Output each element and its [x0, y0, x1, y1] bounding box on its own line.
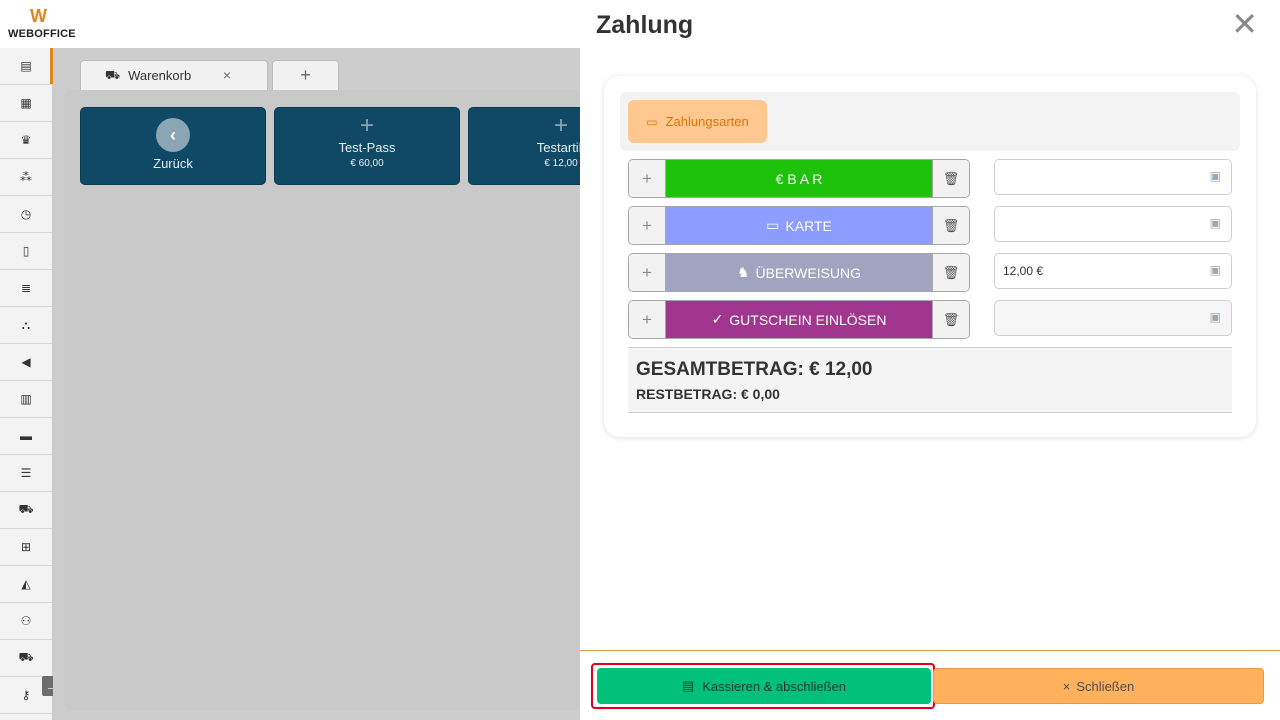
- trash-icon[interactable]: 🗑: [932, 301, 969, 338]
- close-icon[interactable]: ✕: [1231, 8, 1258, 40]
- back-tile-label: Zurück: [153, 156, 193, 171]
- sidebar: ▤ ▦ ♛ ⁂ ◷ ▯ ≣ ⛬ ◀ ▥ ▬ ☰ ⛟ ⊞ ◭ ⚇ ⛟ ⚷: [0, 48, 53, 720]
- checkout-button-label: Kassieren & abschließen: [702, 678, 847, 694]
- payment-method-label: € B A R: [775, 170, 823, 187]
- back-tile[interactable]: ‹ Zurück: [80, 107, 266, 185]
- checkout-button[interactable]: ▤ Kassieren & abschließen: [597, 668, 931, 704]
- payment-modal: Zahlung ✕ ▭ Zahlungsarten GESAMTBETRAG: …: [580, 0, 1280, 720]
- cash-icon[interactable]: ▣: [1210, 169, 1221, 183]
- area-chart-icon[interactable]: ◭: [0, 566, 52, 603]
- close-button-label: Schließen: [1076, 678, 1135, 694]
- cash-icon[interactable]: ▣: [1210, 310, 1221, 324]
- total-amount: GESAMTBETRAG: € 12,00: [636, 359, 873, 380]
- users-icon[interactable]: ⚇: [0, 603, 52, 640]
- add-payment-button[interactable]: +: [629, 207, 666, 244]
- cart-tab-icon: ⛟: [105, 67, 121, 82]
- payment-button-group: + € B A R 🗑: [628, 159, 970, 198]
- payment-button-group: + ♞ ÜBERWEISUNG 🗑: [628, 253, 970, 292]
- weboffice-logo[interactable]: W WEBOFFICE: [6, 6, 86, 44]
- payment-row: + ♞ ÜBERWEISUNG 🗑 12,00 € ▣: [628, 253, 1240, 292]
- cash-icon[interactable]: ▣: [1210, 216, 1221, 230]
- tab-zahlungsarten-label: Zahlungsarten: [665, 114, 749, 129]
- list-icon[interactable]: ≣: [0, 270, 52, 307]
- add-payment-button[interactable]: +: [629, 160, 666, 197]
- logo-mark: W: [30, 6, 47, 26]
- chevron-left-icon: ‹: [156, 118, 190, 152]
- add-tab-button[interactable]: +: [272, 60, 339, 90]
- payment-row: + € B A R 🗑 ▣: [628, 159, 1240, 198]
- payment-method-button[interactable]: ▭ KARTE: [666, 207, 932, 244]
- credit-card-icon: ▭: [766, 217, 780, 233]
- trash-icon[interactable]: 🗑: [932, 207, 969, 244]
- payment-row: + ▭ KARTE 🗑 ▣: [628, 206, 1240, 245]
- truck-icon[interactable]: ⛟: [0, 640, 52, 677]
- payment-method-label: KARTE: [785, 217, 832, 234]
- database-icon[interactable]: ☰: [0, 455, 52, 492]
- logo-text: WEBOFFICE: [8, 28, 76, 40]
- piggy-bank-icon: ♞: [736, 264, 750, 280]
- payment-method-label: GUTSCHEIN EINLÖSEN: [729, 311, 887, 328]
- cart-icon[interactable]: ⛟: [0, 492, 52, 529]
- network-icon[interactable]: ⁂: [0, 159, 52, 196]
- close-button[interactable]: × Schließen: [933, 668, 1264, 704]
- payment-amount-input[interactable]: ▣: [994, 300, 1232, 336]
- document-icon[interactable]: ▯: [0, 233, 52, 270]
- tab-close-icon[interactable]: ×: [223, 67, 231, 83]
- hierarchy-icon[interactable]: ⊞: [0, 529, 52, 566]
- register-icon[interactable]: ▤: [0, 48, 53, 85]
- crown-icon[interactable]: ♛: [0, 122, 52, 159]
- payment-methods-header: ▭ Zahlungsarten: [620, 92, 1240, 151]
- remaining-amount: RESTBETRAG: € 0,00: [636, 386, 780, 402]
- add-payment-button[interactable]: +: [629, 301, 666, 338]
- check-icon: ✓: [711, 311, 724, 327]
- payment-method-button[interactable]: ♞ ÜBERWEISUNG: [666, 254, 932, 291]
- tab-warenkorb[interactable]: ⛟ Warenkorb ×: [80, 60, 268, 90]
- clock-icon[interactable]: ◷: [0, 196, 52, 233]
- plus-icon: +: [359, 112, 374, 139]
- close-x-icon: ×: [1062, 678, 1071, 694]
- folder-icon[interactable]: ▬: [0, 418, 52, 455]
- money-bill-icon: ▭: [646, 114, 658, 129]
- payment-amount-input[interactable]: ▣: [994, 159, 1232, 195]
- trash-icon[interactable]: 🗑: [932, 254, 969, 291]
- chart-icon[interactable]: ▥: [0, 381, 52, 418]
- calendar-icon[interactable]: ▦: [0, 85, 52, 122]
- product-name: Test-Pass: [338, 140, 396, 155]
- payment-row: + ✓ GUTSCHEIN EINLÖSEN 🗑 ▣: [628, 300, 1240, 339]
- totals-box: GESAMTBETRAG: € 12,00 RESTBETRAG: € 0,00: [628, 347, 1232, 413]
- modal-footer: ▤ Kassieren & abschließen × Schließen: [580, 650, 1280, 720]
- payment-amount-value: 12,00 €: [1003, 264, 1044, 278]
- megaphone-icon[interactable]: ◀: [0, 344, 52, 381]
- payment-method-button[interactable]: ✓ GUTSCHEIN EINLÖSEN: [666, 301, 932, 338]
- cash-register-icon: ▤: [681, 678, 695, 693]
- payment-amount-input[interactable]: 12,00 € ▣: [994, 253, 1232, 289]
- payment-button-group: + ✓ GUTSCHEIN EINLÖSEN 🗑: [628, 300, 970, 339]
- payment-card: ▭ Zahlungsarten GESAMTBETRAG: € 12,00 RE…: [604, 76, 1256, 437]
- payment-method-label: ÜBERWEISUNG: [755, 264, 862, 281]
- trash-icon[interactable]: 🗑: [932, 160, 969, 197]
- add-payment-button[interactable]: +: [629, 254, 666, 291]
- tab-warenkorb-label: Warenkorb: [128, 68, 192, 83]
- product-price: € 60,00: [350, 158, 384, 169]
- payment-method-button[interactable]: € B A R: [666, 160, 932, 197]
- product-tile-test-pass[interactable]: + Test-Pass € 60,00: [274, 107, 460, 185]
- boxes-icon[interactable]: ⛬: [0, 307, 52, 344]
- payment-amount-input[interactable]: ▣: [994, 206, 1232, 242]
- modal-title: Zahlung: [596, 11, 694, 39]
- cash-icon[interactable]: ▣: [1210, 263, 1221, 277]
- payment-button-group: + ▭ KARTE 🗑: [628, 206, 970, 245]
- tab-zahlungsarten[interactable]: ▭ Zahlungsarten: [628, 100, 767, 143]
